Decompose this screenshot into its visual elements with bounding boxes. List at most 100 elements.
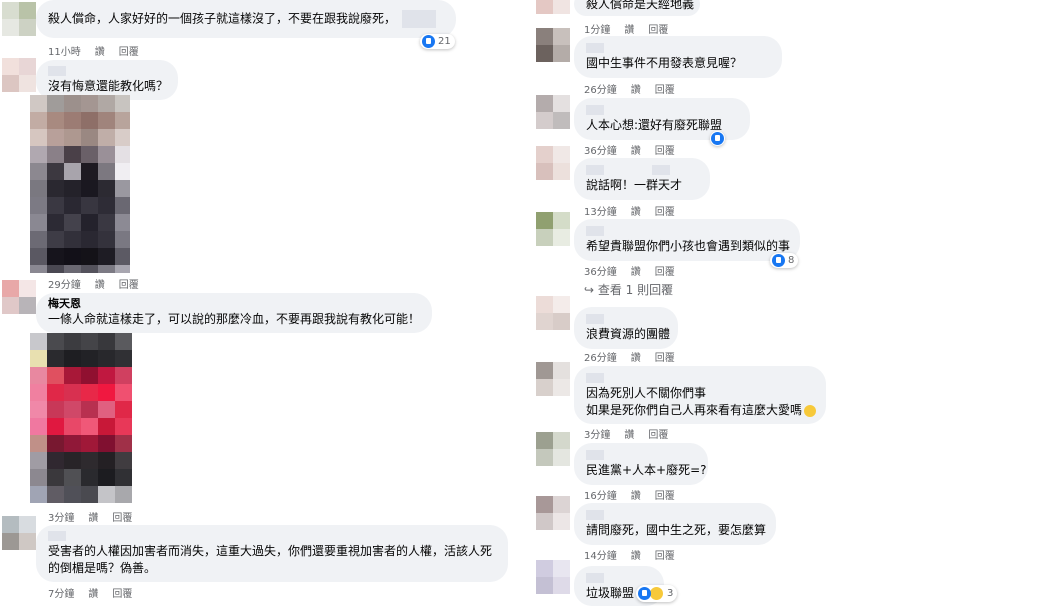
comment-author[interactable]: [586, 163, 698, 177]
comment-time[interactable]: 36分鐘: [584, 146, 617, 157]
like-link[interactable]: 讚: [631, 491, 641, 502]
reply-link[interactable]: 回覆: [655, 551, 675, 562]
comment-author[interactable]: [586, 312, 666, 326]
avatar[interactable]: [536, 212, 570, 246]
reply-link[interactable]: 回覆: [112, 589, 132, 600]
like-link[interactable]: 讚: [631, 207, 641, 218]
avatar[interactable]: [536, 146, 570, 180]
comment-author[interactable]: [48, 64, 166, 78]
like-link[interactable]: 讚: [624, 25, 634, 36]
reaction-count[interactable]: 21: [420, 34, 455, 49]
comment-text-line2: 如果是死你們自己人再來看有這麼大愛嗎: [586, 402, 817, 419]
comment-author[interactable]: [586, 224, 788, 238]
like-link[interactable]: 讚: [95, 280, 105, 291]
comment-meta: 1分鐘 讚 回覆: [584, 21, 682, 36]
comment-time[interactable]: 3分鐘: [48, 513, 74, 524]
like-link[interactable]: 讚: [631, 551, 641, 562]
like-link[interactable]: 讚: [88, 513, 98, 524]
comment-meta: 13分鐘 讚 回覆: [584, 203, 689, 218]
comment-author[interactable]: 梅天恩: [48, 297, 420, 311]
comment-author[interactable]: [586, 371, 814, 385]
avatar[interactable]: [536, 496, 570, 530]
reply-link[interactable]: 回覆: [655, 85, 675, 96]
like-link[interactable]: 讚: [95, 47, 105, 58]
avatar[interactable]: [536, 362, 570, 396]
comment-time[interactable]: 26分鐘: [584, 85, 617, 96]
comment-text: 說話啊！一群天才: [586, 178, 683, 192]
reply-link[interactable]: 回覆: [655, 491, 675, 502]
comment-bubble: 說話啊！一群天才: [574, 158, 710, 200]
comment-text: 殺人償命，人家好好的一個孩子就這樣沒了，不要在跟我說廢死，: [48, 10, 444, 28]
reply-link[interactable]: 回覆: [655, 267, 675, 278]
like-link[interactable]: 讚: [631, 146, 641, 157]
comment-meta: 36分鐘 讚 回覆: [584, 142, 689, 157]
reply-link[interactable]: 回覆: [648, 430, 668, 441]
avatar[interactable]: [536, 296, 570, 330]
haha-icon: [649, 586, 664, 601]
comment-time[interactable]: 7分鐘: [48, 589, 74, 600]
comment-time[interactable]: 14分鐘: [584, 551, 617, 562]
view-replies-link[interactable]: ↪ 查看 1 則回覆: [584, 281, 673, 298]
reply-link[interactable]: 回覆: [119, 280, 139, 291]
avatar[interactable]: [536, 560, 570, 594]
avatar[interactable]: [2, 2, 36, 36]
comment-time[interactable]: 1分鐘: [584, 25, 610, 36]
comment-meta: 26分鐘 讚 回覆: [584, 349, 689, 364]
comment-time[interactable]: 36分鐘: [584, 267, 617, 278]
comment-text: 殺人償命是天經地義: [586, 0, 695, 11]
comment-time[interactable]: 11小時: [48, 47, 81, 58]
reaction-count[interactable]: [710, 131, 725, 146]
comment-author[interactable]: [586, 448, 696, 462]
comment-text: 一條人命就這樣走了，可以說的那麼冷血，不要再跟我說有教化可能！: [48, 312, 421, 326]
avatar[interactable]: [536, 0, 570, 14]
left-comment-column: 殺人償命，人家好好的一個孩子就這樣沒了，不要在跟我說廢死， 21 11小時讚回覆…: [0, 0, 520, 600]
comment-text: 因為死別人不關你們事: [586, 386, 707, 400]
comment-text: 受害者的人權因加害者而消失，這重大過失，你們還要重視加害者的人權，活該人死: [48, 544, 493, 558]
comment-meta: 16分鐘 讚 回覆: [584, 487, 689, 502]
comment-time[interactable]: 3分鐘: [584, 430, 610, 441]
avatar[interactable]: [2, 516, 36, 550]
like-icon: [638, 587, 651, 600]
like-link[interactable]: 讚: [631, 85, 641, 96]
comment-author[interactable]: [586, 508, 764, 522]
avatar[interactable]: [2, 58, 36, 92]
comment-time[interactable]: 26分鐘: [584, 353, 617, 364]
reply-link[interactable]: 回覆: [655, 207, 675, 218]
like-link[interactable]: 讚: [624, 430, 634, 441]
avatar[interactable]: [2, 280, 36, 314]
comment-bubble: 希望貴聯盟你們小孩也會遇到類似的事: [574, 219, 800, 261]
comment-text: 希望貴聯盟你們小孩也會遇到類似的事: [586, 239, 791, 253]
comment-bubble: 梅天恩 一條人命就這樣走了，可以說的那麼冷血，不要再跟我說有教化可能！: [36, 293, 432, 333]
avatar[interactable]: [536, 95, 570, 129]
reply-link[interactable]: 回覆: [655, 146, 675, 157]
comment-bubble: 沒有悔意還能教化嗎？: [36, 60, 178, 100]
comment-bubble: 受害者的人權因加害者而消失，這重大過失，你們還要重視加害者的人權，活該人死 的倒…: [36, 525, 508, 582]
comment-time[interactable]: 16分鐘: [584, 491, 617, 502]
reply-link[interactable]: 回覆: [655, 353, 675, 364]
like-link[interactable]: 讚: [631, 353, 641, 364]
comment-time[interactable]: 29分鐘: [48, 280, 81, 291]
comment-text: 國中生事件不用發表意見喔？: [586, 56, 743, 70]
comment-time[interactable]: 13分鐘: [584, 207, 617, 218]
reply-link[interactable]: 回覆: [119, 47, 139, 58]
comment-image-attachment[interactable]: [30, 95, 130, 273]
comment-text: 請問廢死，國中生之死，要怎麼算: [586, 523, 767, 537]
avatar[interactable]: [536, 28, 570, 62]
like-icon: [422, 35, 435, 48]
avatar[interactable]: [536, 432, 570, 466]
like-link[interactable]: 讚: [88, 589, 98, 600]
reaction-count[interactable]: 8: [770, 253, 799, 268]
reply-link[interactable]: 回覆: [648, 25, 668, 36]
comment-image-attachment[interactable]: [30, 333, 142, 503]
comment-bubble: 殺人償命，人家好好的一個孩子就這樣沒了，不要在跟我說廢死，: [36, 0, 456, 38]
reply-link[interactable]: 回覆: [112, 513, 132, 524]
comment-author[interactable]: [586, 103, 738, 117]
like-link[interactable]: 讚: [631, 267, 641, 278]
comment-bubble: 因為死別人不關你們事 如果是死你們自己人再來看有這麼大愛嗎: [574, 366, 826, 424]
comment-author[interactable]: [586, 571, 652, 585]
comment-author[interactable]: [586, 41, 770, 55]
comment-text: 沒有悔意還能教化嗎？: [48, 79, 169, 93]
comment-author[interactable]: [48, 529, 496, 543]
reaction-count[interactable]: 3: [636, 585, 678, 602]
comment-meta: 3分鐘 讚 回覆: [584, 426, 682, 441]
